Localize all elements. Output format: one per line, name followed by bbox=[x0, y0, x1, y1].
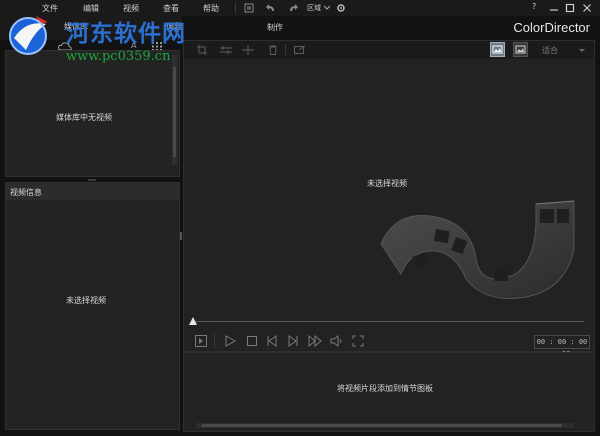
chevron-down-icon[interactable] bbox=[579, 48, 585, 53]
info-header: 视频信息 bbox=[6, 183, 179, 200]
watermark-brand: 河东软件网 bbox=[66, 21, 186, 47]
storyboard-empty-text: 将视频片段添加到情节图板 bbox=[337, 384, 433, 393]
vertical-splitter[interactable] bbox=[180, 232, 182, 240]
watermark-logo bbox=[6, 10, 62, 58]
capture-icon[interactable] bbox=[244, 3, 254, 13]
close-icon[interactable] bbox=[582, 3, 592, 13]
settings-icon[interactable] bbox=[336, 3, 346, 13]
info-header-title: 视频信息 bbox=[10, 188, 42, 197]
export-frame-icon[interactable] bbox=[294, 45, 306, 55]
clip-mode-icon[interactable] bbox=[195, 335, 207, 347]
video-info-panel: 视频信息 未选择视频 bbox=[5, 182, 180, 430]
minimize-icon[interactable] bbox=[549, 3, 559, 13]
menu-help[interactable]: 帮助 bbox=[203, 3, 219, 14]
menu-divider bbox=[235, 3, 236, 13]
toolbar-divider bbox=[285, 44, 286, 55]
align-icon[interactable] bbox=[220, 45, 232, 55]
prev-frame-icon[interactable] bbox=[266, 335, 278, 347]
storyboard-scrollbar[interactable] bbox=[196, 423, 574, 428]
preview-panel: 适合 未选择视频 bbox=[183, 40, 595, 352]
watermark-url: www.pc0359.cn bbox=[66, 49, 171, 64]
panel-splitter[interactable] bbox=[88, 179, 96, 181]
media-library-panel: 媒体库中无视频 bbox=[5, 50, 180, 177]
play-icon[interactable] bbox=[224, 335, 236, 347]
info-empty-text: 未选择视频 bbox=[66, 296, 106, 305]
crop-icon[interactable] bbox=[197, 45, 207, 55]
help-button[interactable]: ? bbox=[532, 2, 536, 11]
fullscreen-icon[interactable] bbox=[352, 335, 364, 347]
controls-divider bbox=[214, 334, 215, 348]
mode-title[interactable]: 制作 bbox=[267, 22, 283, 33]
playhead-handle[interactable] bbox=[189, 317, 197, 325]
single-view-icon[interactable] bbox=[513, 42, 528, 57]
menu-video[interactable]: 视频 bbox=[123, 3, 139, 14]
preview-empty-text: 未选择视频 bbox=[367, 179, 407, 188]
menu-edit[interactable]: 编辑 bbox=[83, 3, 99, 14]
next-frame-icon[interactable] bbox=[287, 335, 299, 347]
film-strip-icon bbox=[376, 189, 586, 309]
media-scrollbar[interactable] bbox=[172, 55, 177, 165]
trash-icon[interactable] bbox=[268, 45, 278, 55]
fit-select[interactable]: 适合 bbox=[542, 45, 558, 56]
menu-view[interactable]: 查看 bbox=[163, 3, 179, 14]
split-icon[interactable] bbox=[242, 45, 254, 55]
chevron-down-icon[interactable] bbox=[324, 5, 330, 11]
maximize-icon[interactable] bbox=[565, 3, 575, 13]
timecode-display: 00 : 00 : 00 : 00 bbox=[534, 335, 590, 358]
media-empty-text: 媒体库中无视频 bbox=[56, 113, 112, 122]
undo-icon[interactable] bbox=[266, 3, 276, 13]
zoom-select[interactable]: 区域 bbox=[307, 3, 321, 13]
app-title: ColorDirector bbox=[513, 20, 590, 35]
fast-forward-icon[interactable] bbox=[308, 335, 322, 347]
timeline-slider[interactable] bbox=[192, 321, 584, 322]
volume-icon[interactable] bbox=[330, 335, 342, 347]
preview-toolbar: 适合 bbox=[184, 41, 594, 59]
redo-icon[interactable] bbox=[288, 3, 298, 13]
stop-icon[interactable] bbox=[246, 335, 258, 347]
storyboard-panel: 将视频片段添加到情节图板 bbox=[183, 352, 595, 432]
compare-view-icon[interactable] bbox=[490, 42, 505, 57]
